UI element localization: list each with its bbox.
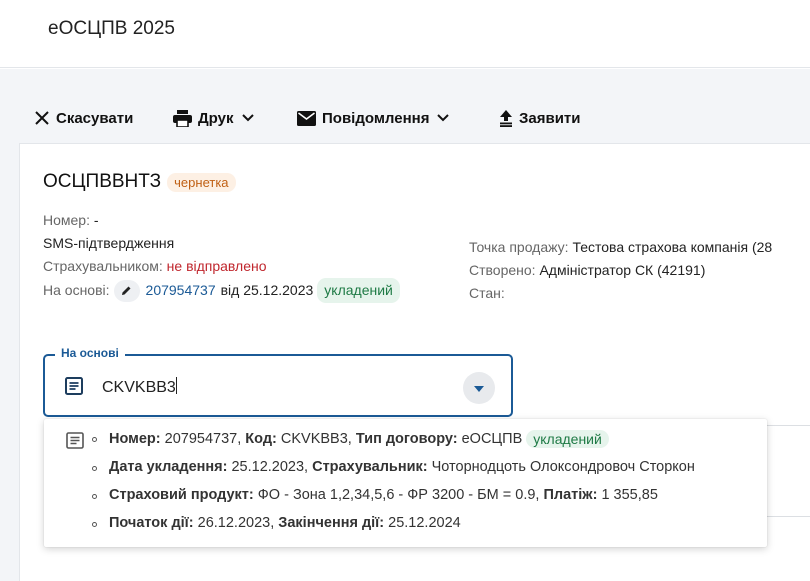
opt-type-label: Тип договору: bbox=[355, 431, 458, 447]
document-icon bbox=[65, 377, 83, 400]
document-meta-left: Номер: - SMS-підтвердження Страхувальник… bbox=[43, 209, 400, 303]
dropdown-option[interactable]: Номер: 207954737, Код: CKVKBB3, Тип дого… bbox=[44, 419, 767, 547]
option-line-1: Номер: 207954737, Код: CKVKBB3, Тип дого… bbox=[109, 430, 609, 448]
declare-label: Заявити bbox=[519, 109, 581, 127]
sms-label: SMS-підтвердження bbox=[43, 235, 175, 251]
notify-label: Повідомлення bbox=[322, 109, 430, 127]
chevron-down-icon bbox=[437, 114, 450, 122]
opt-holder-label: Страхувальник: bbox=[312, 459, 428, 475]
opt-end-label: Закінчення дії: bbox=[278, 515, 385, 531]
insurer-value: не відправлено bbox=[166, 258, 267, 274]
basis-label: На основі: bbox=[43, 282, 110, 298]
declare-button[interactable]: Заявити bbox=[499, 104, 581, 132]
basis-date: від 25.12.2023 bbox=[220, 282, 314, 298]
top-bar: еОСЦПВ 2025 bbox=[0, 0, 810, 68]
bullet-icon bbox=[92, 466, 97, 471]
opt-status-badge: укладений bbox=[526, 430, 609, 448]
opt-end-value: 25.12.2024 bbox=[388, 515, 461, 531]
print-button[interactable]: Друк bbox=[173, 104, 254, 132]
opt-concluded-label: Дата укладення: bbox=[109, 459, 228, 475]
insurer-label: Страхувальником: bbox=[43, 258, 163, 274]
basis-number-link[interactable]: 207954737 bbox=[146, 279, 216, 302]
opt-payment-label: Платіж: bbox=[543, 487, 598, 503]
app-title: еОСЦПВ 2025 bbox=[48, 18, 175, 39]
basis-input[interactable]: CKVKBB3 bbox=[102, 377, 177, 397]
option-line-4: Початок дії: 26.12.2023, Закінчення дії:… bbox=[109, 515, 461, 531]
bullet-icon bbox=[92, 437, 97, 442]
basis-status-badge: укладений bbox=[317, 278, 400, 303]
bullet-icon bbox=[92, 522, 97, 527]
document-icon bbox=[66, 432, 84, 454]
notify-button[interactable]: Повідомлення bbox=[297, 104, 450, 132]
opt-payment-value: 1 355,85 bbox=[601, 487, 658, 503]
opt-start-value: 26.12.2023, bbox=[197, 515, 275, 531]
number-label: Номер: bbox=[43, 212, 90, 228]
basis-dropdown-list: Номер: 207954737, Код: CKVKBB3, Тип дого… bbox=[44, 419, 767, 547]
dropdown-toggle-button[interactable] bbox=[463, 372, 495, 404]
number-value: - bbox=[93, 212, 99, 228]
basis-field-legend: На основі bbox=[55, 346, 125, 360]
sale-point-label: Точка продажу: bbox=[469, 239, 569, 255]
opt-number-value: 207954737, bbox=[164, 431, 242, 447]
document-title-row: ОСЦПВВНТЗ чернетка bbox=[43, 171, 236, 193]
cancel-button[interactable]: Скасувати bbox=[34, 104, 133, 132]
document-meta-right: Точка продажу: Тестова страхова компанія… bbox=[469, 236, 772, 305]
text-caret bbox=[175, 377, 177, 394]
basis-input-value: CKVKBB3 bbox=[102, 379, 176, 396]
printer-icon bbox=[173, 109, 192, 127]
opt-product-label: Страховий продукт: bbox=[109, 487, 254, 503]
opt-code-value: CKVKBB3, bbox=[280, 431, 352, 447]
upload-icon bbox=[499, 109, 513, 127]
status-badge: чернетка bbox=[167, 172, 236, 192]
caret-down-icon bbox=[474, 379, 484, 397]
pencil-icon[interactable] bbox=[113, 279, 140, 302]
chevron-down-icon bbox=[241, 114, 254, 122]
print-label: Друк bbox=[198, 109, 234, 127]
option-line-2: Дата укладення: 25.12.2023, Страхувальни… bbox=[109, 459, 695, 475]
opt-holder-value: Чоторнодцоть Олоксондровоч Сторкон bbox=[431, 459, 695, 475]
cancel-label: Скасувати bbox=[56, 109, 134, 127]
opt-code-label: Код: bbox=[245, 431, 277, 447]
opt-number-label: Номер: bbox=[109, 431, 161, 447]
created-value: Адміністратор СК (42191) bbox=[539, 262, 706, 278]
option-line-3: Страховий продукт: ФО - Зона 1,2,34,5,6 … bbox=[109, 487, 658, 503]
created-label: Створено: bbox=[469, 262, 536, 278]
state-label: Стан: bbox=[469, 285, 505, 301]
document-title: ОСЦПВВНТЗ bbox=[43, 171, 162, 192]
opt-concluded-value: 25.12.2023, bbox=[231, 459, 309, 475]
opt-product-value: ФО - Зона 1,2,34,5,6 - ФР 3200 - БМ = 0.… bbox=[257, 487, 540, 503]
divider bbox=[767, 516, 810, 517]
opt-type-value: еОСЦПВ bbox=[461, 431, 523, 447]
basis-select-field[interactable]: CKVKBB3 bbox=[43, 354, 513, 417]
envelope-icon bbox=[297, 110, 316, 126]
sale-point-value: Тестова страхова компанія (28 bbox=[572, 239, 773, 255]
bullet-icon bbox=[92, 494, 97, 499]
divider bbox=[767, 425, 810, 426]
opt-start-label: Початок дії: bbox=[109, 515, 194, 531]
close-icon bbox=[34, 110, 50, 126]
